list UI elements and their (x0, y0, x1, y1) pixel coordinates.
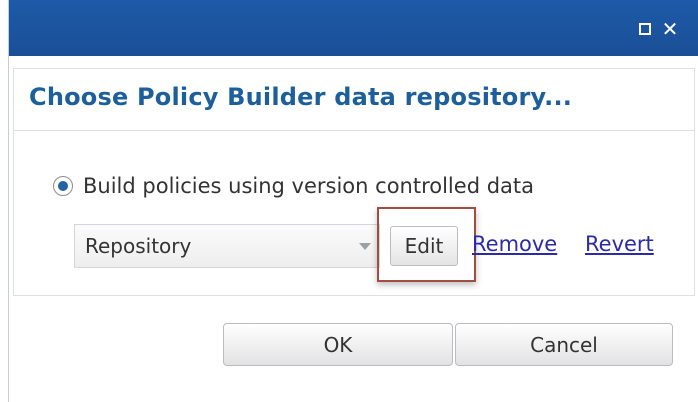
edit-button[interactable]: Edit (390, 226, 458, 266)
ok-button[interactable]: OK (223, 323, 453, 366)
policy-builder-dialog: ✕ Choose Policy Builder data repository.… (8, 0, 698, 402)
maximize-icon[interactable] (639, 23, 651, 35)
version-controlled-option[interactable]: Build policies using version controlled … (53, 172, 534, 200)
radio-label[interactable]: Build policies using version controlled … (83, 174, 534, 198)
dialog-titlebar: ✕ (9, 0, 698, 56)
heading-divider (13, 130, 695, 131)
repository-select[interactable]: Repository (74, 224, 380, 268)
close-icon[interactable]: ✕ (661, 19, 679, 39)
remove-link[interactable]: Remove (472, 232, 557, 256)
cancel-button[interactable]: Cancel (455, 323, 673, 366)
revert-link[interactable]: Revert (585, 232, 654, 256)
dialog-heading: Choose Policy Builder data repository... (29, 83, 573, 111)
repository-select-value: Repository (85, 234, 192, 258)
radio-button[interactable] (53, 176, 73, 196)
radio-selected-dot (58, 181, 68, 191)
chevron-down-icon[interactable] (359, 242, 371, 250)
